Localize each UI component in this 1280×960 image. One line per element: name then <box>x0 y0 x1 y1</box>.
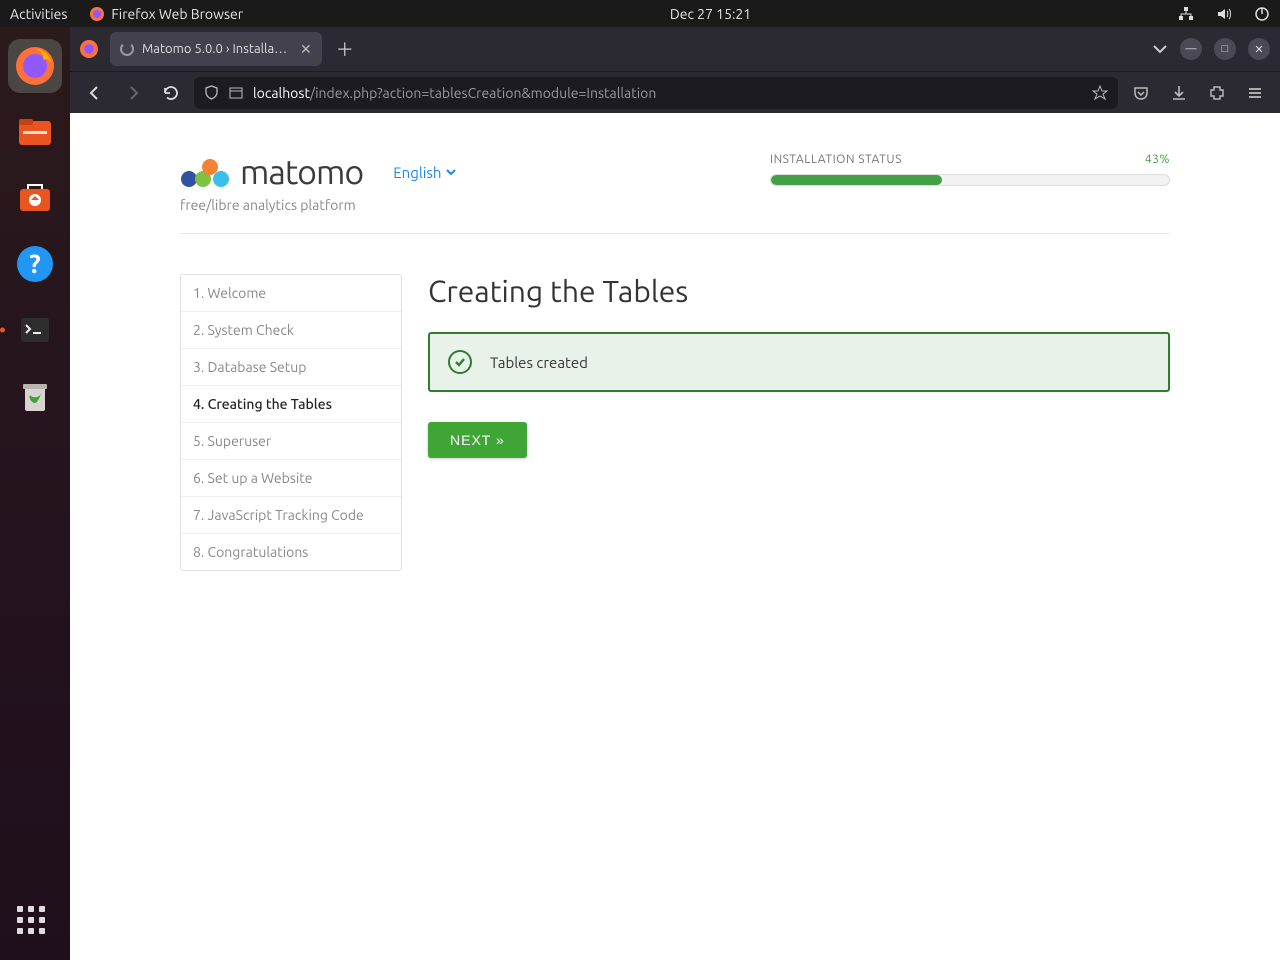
loading-spinner-icon <box>120 42 134 56</box>
dock-software[interactable] <box>8 171 62 225</box>
app-menu-button[interactable] <box>1240 78 1270 108</box>
progress-bar <box>770 174 1170 186</box>
browser-tab[interactable]: Matomo 5.0.0 › Installation ✕ <box>110 32 322 66</box>
dock-terminal[interactable] <box>8 303 62 357</box>
new-tab-button[interactable]: ＋ <box>336 36 354 62</box>
matomo-mark-icon <box>180 156 230 188</box>
power-icon[interactable] <box>1254 6 1270 22</box>
site-info-icon[interactable] <box>229 86 243 100</box>
list-tabs-icon[interactable] <box>1152 41 1168 57</box>
activities-button[interactable]: Activities <box>10 6 67 22</box>
step-item: 2. System Check <box>181 312 401 349</box>
firefox-home-button[interactable] <box>74 34 104 64</box>
gnome-top-bar: Activities Firefox Web Browser Dec 27 15… <box>0 0 1280 27</box>
network-icon[interactable] <box>1178 6 1194 22</box>
tagline: free/libre analytics platform <box>180 197 458 213</box>
alert-text: Tables created <box>490 354 588 371</box>
page-header: matomo English free/libre analytics plat… <box>180 153 1170 234</box>
step-item: 1. Welcome <box>181 275 401 312</box>
progress-fill <box>771 175 942 185</box>
nav-toolbar: localhost/index.php?action=tablesCreatio… <box>70 71 1280 113</box>
pocket-button[interactable] <box>1126 78 1156 108</box>
active-app[interactable]: Firefox Web Browser <box>89 6 243 22</box>
files-icon <box>14 111 56 153</box>
step-item: 7. JavaScript Tracking Code <box>181 497 401 534</box>
dock-help[interactable]: ? <box>8 237 62 291</box>
trash-icon <box>14 375 56 417</box>
svg-text:?: ? <box>29 249 40 278</box>
status-label: INSTALLATION STATUS <box>770 153 902 166</box>
matomo-logo: matomo <box>180 153 363 191</box>
firefox-icon <box>79 39 99 59</box>
terminal-icon <box>14 309 56 351</box>
logo-text: matomo <box>240 153 363 191</box>
page-title: Creating the Tables <box>428 274 1170 308</box>
check-circle-icon <box>448 350 472 374</box>
bookmark-star-icon[interactable] <box>1092 85 1108 101</box>
step-item: 3. Database Setup <box>181 349 401 386</box>
firefox-window: Matomo 5.0.0 › Installation ✕ ＋ — □ ✕ lo… <box>70 27 1280 113</box>
success-alert: Tables created <box>428 332 1170 392</box>
back-button[interactable] <box>80 78 110 108</box>
show-applications[interactable] <box>17 906 53 942</box>
firefox-icon <box>89 6 105 22</box>
step-item: 5. Superuser <box>181 423 401 460</box>
ubuntu-dock: ? <box>0 27 70 960</box>
status-percent: 43% <box>1145 153 1170 166</box>
next-button[interactable]: NEXT » <box>428 422 527 458</box>
shield-icon[interactable] <box>204 85 219 100</box>
volume-icon[interactable] <box>1216 6 1232 22</box>
reload-button[interactable] <box>156 78 186 108</box>
dock-trash[interactable] <box>8 369 62 423</box>
url-bar[interactable]: localhost/index.php?action=tablesCreatio… <box>194 77 1118 109</box>
forward-button <box>118 78 148 108</box>
clock[interactable]: Dec 27 15:21 <box>670 6 751 22</box>
language-selector[interactable]: English <box>393 164 457 181</box>
url-text: localhost/index.php?action=tablesCreatio… <box>253 85 656 101</box>
chevron-down-icon <box>444 165 458 179</box>
software-icon <box>14 177 56 219</box>
close-tab-button[interactable]: ✕ <box>300 41 312 58</box>
window-close[interactable]: ✕ <box>1248 38 1270 60</box>
install-steps-list: 1. Welcome2. System Check3. Database Set… <box>180 274 402 571</box>
tab-bar: Matomo 5.0.0 › Installation ✕ ＋ — □ ✕ <box>70 27 1280 71</box>
dock-firefox[interactable] <box>8 39 62 93</box>
window-maximize[interactable]: □ <box>1214 38 1236 60</box>
step-item: 6. Set up a Website <box>181 460 401 497</box>
dock-files[interactable] <box>8 105 62 159</box>
step-item: 4. Creating the Tables <box>181 386 401 423</box>
page-content: matomo English free/libre analytics plat… <box>70 113 1280 960</box>
help-icon: ? <box>14 243 56 285</box>
window-minimize[interactable]: — <box>1180 38 1202 60</box>
step-item: 8. Congratulations <box>181 534 401 570</box>
tab-title: Matomo 5.0.0 › Installation <box>142 42 292 56</box>
downloads-button[interactable] <box>1164 78 1194 108</box>
firefox-icon <box>14 45 56 87</box>
install-status: INSTALLATION STATUS 43% <box>770 153 1170 186</box>
extensions-button[interactable] <box>1202 78 1232 108</box>
